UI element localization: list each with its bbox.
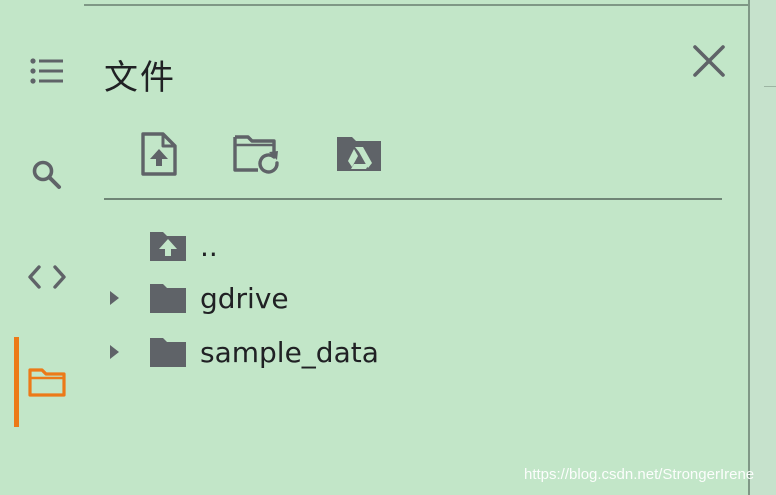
mount-drive-icon — [337, 137, 381, 171]
files-panel-window: 文件 .. gdrive sample_data https://blog.cs… — [0, 0, 776, 495]
sidebar-item-code-snippets[interactable] — [20, 250, 74, 304]
search-icon — [32, 160, 61, 189]
upload-button[interactable] — [134, 128, 184, 180]
expand-arrow-icon[interactable] — [100, 284, 128, 312]
code-icon — [28, 265, 66, 289]
file-item-sample-data[interactable]: sample_data — [100, 330, 720, 374]
file-item-gdrive[interactable]: gdrive — [100, 276, 720, 320]
file-item-label: gdrive — [200, 281, 289, 315]
panel-title: 文件 — [104, 58, 176, 98]
folder-outline-icon — [28, 368, 66, 397]
sidebar-item-table-of-contents[interactable] — [20, 44, 74, 98]
editor-edge-line — [764, 86, 776, 87]
folder-icon — [146, 278, 190, 318]
editor-area-edge — [750, 0, 776, 495]
sidebar-active-indicator — [14, 337, 19, 427]
file-item-label: sample_data — [200, 335, 379, 369]
upload-file-icon — [141, 132, 177, 176]
mount-drive-button[interactable] — [334, 128, 384, 180]
close-icon — [693, 45, 725, 77]
sidebar-item-files[interactable] — [20, 355, 74, 409]
top-border — [84, 4, 748, 6]
watermark: https://blog.csdn.net/StrongerIrene — [524, 466, 755, 483]
toolbar-divider — [104, 198, 722, 200]
refresh-button[interactable] — [232, 128, 282, 180]
list-icon — [30, 58, 63, 84]
folder-up-icon — [146, 226, 190, 266]
file-item-parent-dir[interactable]: .. — [100, 224, 720, 268]
refresh-folder-icon — [233, 135, 279, 174]
folder-icon — [146, 332, 190, 372]
expand-arrow-icon[interactable] — [100, 338, 128, 366]
sidebar-item-search[interactable] — [20, 148, 74, 202]
close-button[interactable] — [686, 38, 732, 84]
file-item-label: .. — [200, 229, 218, 263]
